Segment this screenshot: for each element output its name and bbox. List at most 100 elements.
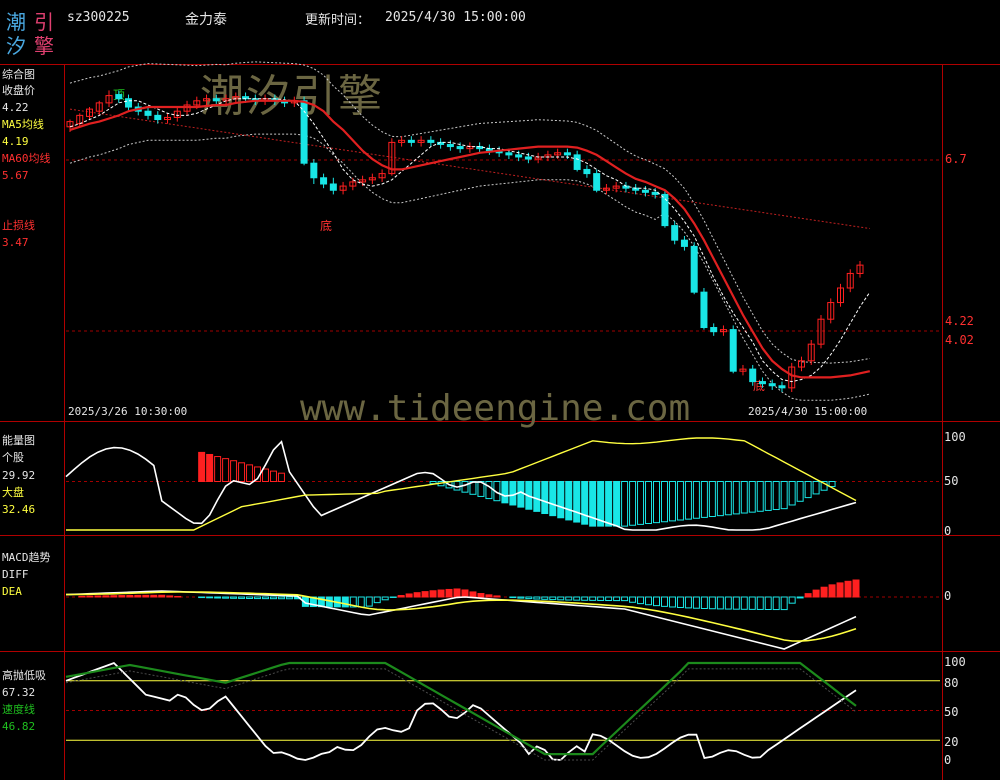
energy-bar-up: [230, 460, 238, 483]
macd-bar-down: [533, 596, 541, 600]
energy-bar-down: [708, 481, 716, 518]
macd-bar-down: [509, 596, 517, 599]
macd-bar-up: [493, 595, 501, 598]
macd-bar-up: [142, 594, 150, 598]
candle-body: [154, 114, 162, 121]
energy-bar-down: [637, 481, 645, 525]
macd-bar-down: [740, 596, 748, 610]
macd-bar-up: [150, 594, 158, 598]
macd-bar-up: [477, 593, 485, 598]
energy-bar-down: [549, 481, 557, 517]
macd-bar-down: [676, 596, 684, 608]
macd-bar-down: [613, 596, 621, 602]
macd-bar-up: [405, 593, 413, 598]
macd-bar-up: [429, 590, 437, 598]
energy-bar-down: [700, 481, 708, 518]
energy-bar-down: [517, 481, 525, 508]
chart-canvas: [65, 61, 940, 761]
energy-bar-down: [613, 481, 621, 527]
macd-bar-down: [748, 596, 756, 610]
candle-body: [573, 154, 581, 170]
macd-bar-up: [166, 595, 174, 598]
macd-bar-down: [772, 596, 780, 611]
candle-body: [446, 143, 454, 148]
macd-bar-down: [653, 596, 661, 607]
macd-bar-down: [341, 596, 349, 608]
energy-bar-down: [724, 481, 732, 516]
macd-bar-up: [485, 594, 493, 598]
energy-bar-down: [692, 481, 700, 519]
energy-bar-down: [485, 481, 493, 500]
macd-bar-down: [269, 596, 277, 600]
candle-body: [505, 152, 513, 156]
macd-bar-down: [581, 596, 589, 601]
candle-body: [300, 100, 308, 164]
macd-bar-down: [517, 596, 525, 599]
macd-bar-down: [668, 596, 676, 608]
candle-body: [115, 94, 123, 100]
macd-bar-down: [629, 596, 637, 603]
macd-bar-up: [174, 595, 182, 598]
ma5-line: [69, 98, 871, 383]
energy-bar-down: [772, 481, 780, 511]
candle-body: [729, 329, 737, 372]
macd-bar-down: [732, 596, 740, 610]
energy-bar-up: [277, 472, 285, 482]
energy-bar-down: [573, 481, 581, 523]
energy-bar-down: [780, 481, 788, 510]
macd-bar-down: [357, 596, 365, 608]
energy-bar-down: [716, 481, 724, 517]
macd-bar-up: [820, 586, 828, 598]
macd-bar-down: [206, 596, 214, 599]
energy-bar-down: [764, 481, 772, 511]
candle-body: [749, 368, 757, 383]
macd-bar-down: [381, 596, 389, 601]
macd-bar-up: [836, 582, 844, 598]
macd-bar-down: [708, 596, 716, 610]
energy-bar-up: [222, 458, 230, 482]
candle-body: [758, 381, 766, 385]
macd-bar-down: [637, 596, 645, 605]
energy-bar-down: [684, 481, 692, 520]
energy-bar-up: [206, 453, 214, 483]
candle-body: [329, 183, 337, 191]
candle-body: [524, 156, 532, 160]
macd-bar-down: [214, 596, 222, 599]
macd-bar-up: [86, 595, 94, 598]
macd-bar-down: [645, 596, 653, 606]
candle-body: [641, 189, 649, 193]
candle-body: [680, 239, 688, 247]
candle-body: [427, 139, 435, 143]
macd-bar-down: [238, 596, 246, 599]
energy-bar-up: [269, 470, 277, 483]
macd-bar-up: [413, 592, 421, 598]
candle-body: [125, 98, 133, 108]
macd-bar-down: [365, 596, 373, 607]
macd-bar-down: [724, 596, 732, 610]
macd-bar-down: [373, 596, 381, 604]
energy-market-line: [66, 437, 857, 531]
energy-bar-down: [804, 481, 812, 499]
energy-bar-down: [740, 481, 748, 514]
energy-bar-down: [621, 481, 629, 527]
macd-bar-up: [126, 594, 134, 598]
macd-bar-down: [525, 596, 533, 600]
energy-bar-up: [198, 451, 206, 482]
candle-body: [407, 139, 415, 143]
energy-bar-down: [653, 481, 661, 524]
energy-stock-line: [65, 440, 857, 531]
energy-bar-down: [748, 481, 756, 513]
candle-body: [690, 245, 698, 293]
candle-body: [768, 383, 776, 387]
candle-body: [563, 152, 571, 156]
macd-bar-down: [573, 596, 581, 601]
energy-bar-down: [557, 481, 565, 519]
macd-bar-up: [461, 589, 469, 598]
energy-bar-down: [565, 481, 573, 521]
macd-bar-up: [844, 580, 852, 598]
candle-body: [671, 225, 679, 241]
candle-body: [778, 385, 786, 389]
energy-bar-up: [246, 464, 254, 482]
macd-bar-down: [222, 596, 230, 599]
candle-body: [456, 146, 464, 150]
